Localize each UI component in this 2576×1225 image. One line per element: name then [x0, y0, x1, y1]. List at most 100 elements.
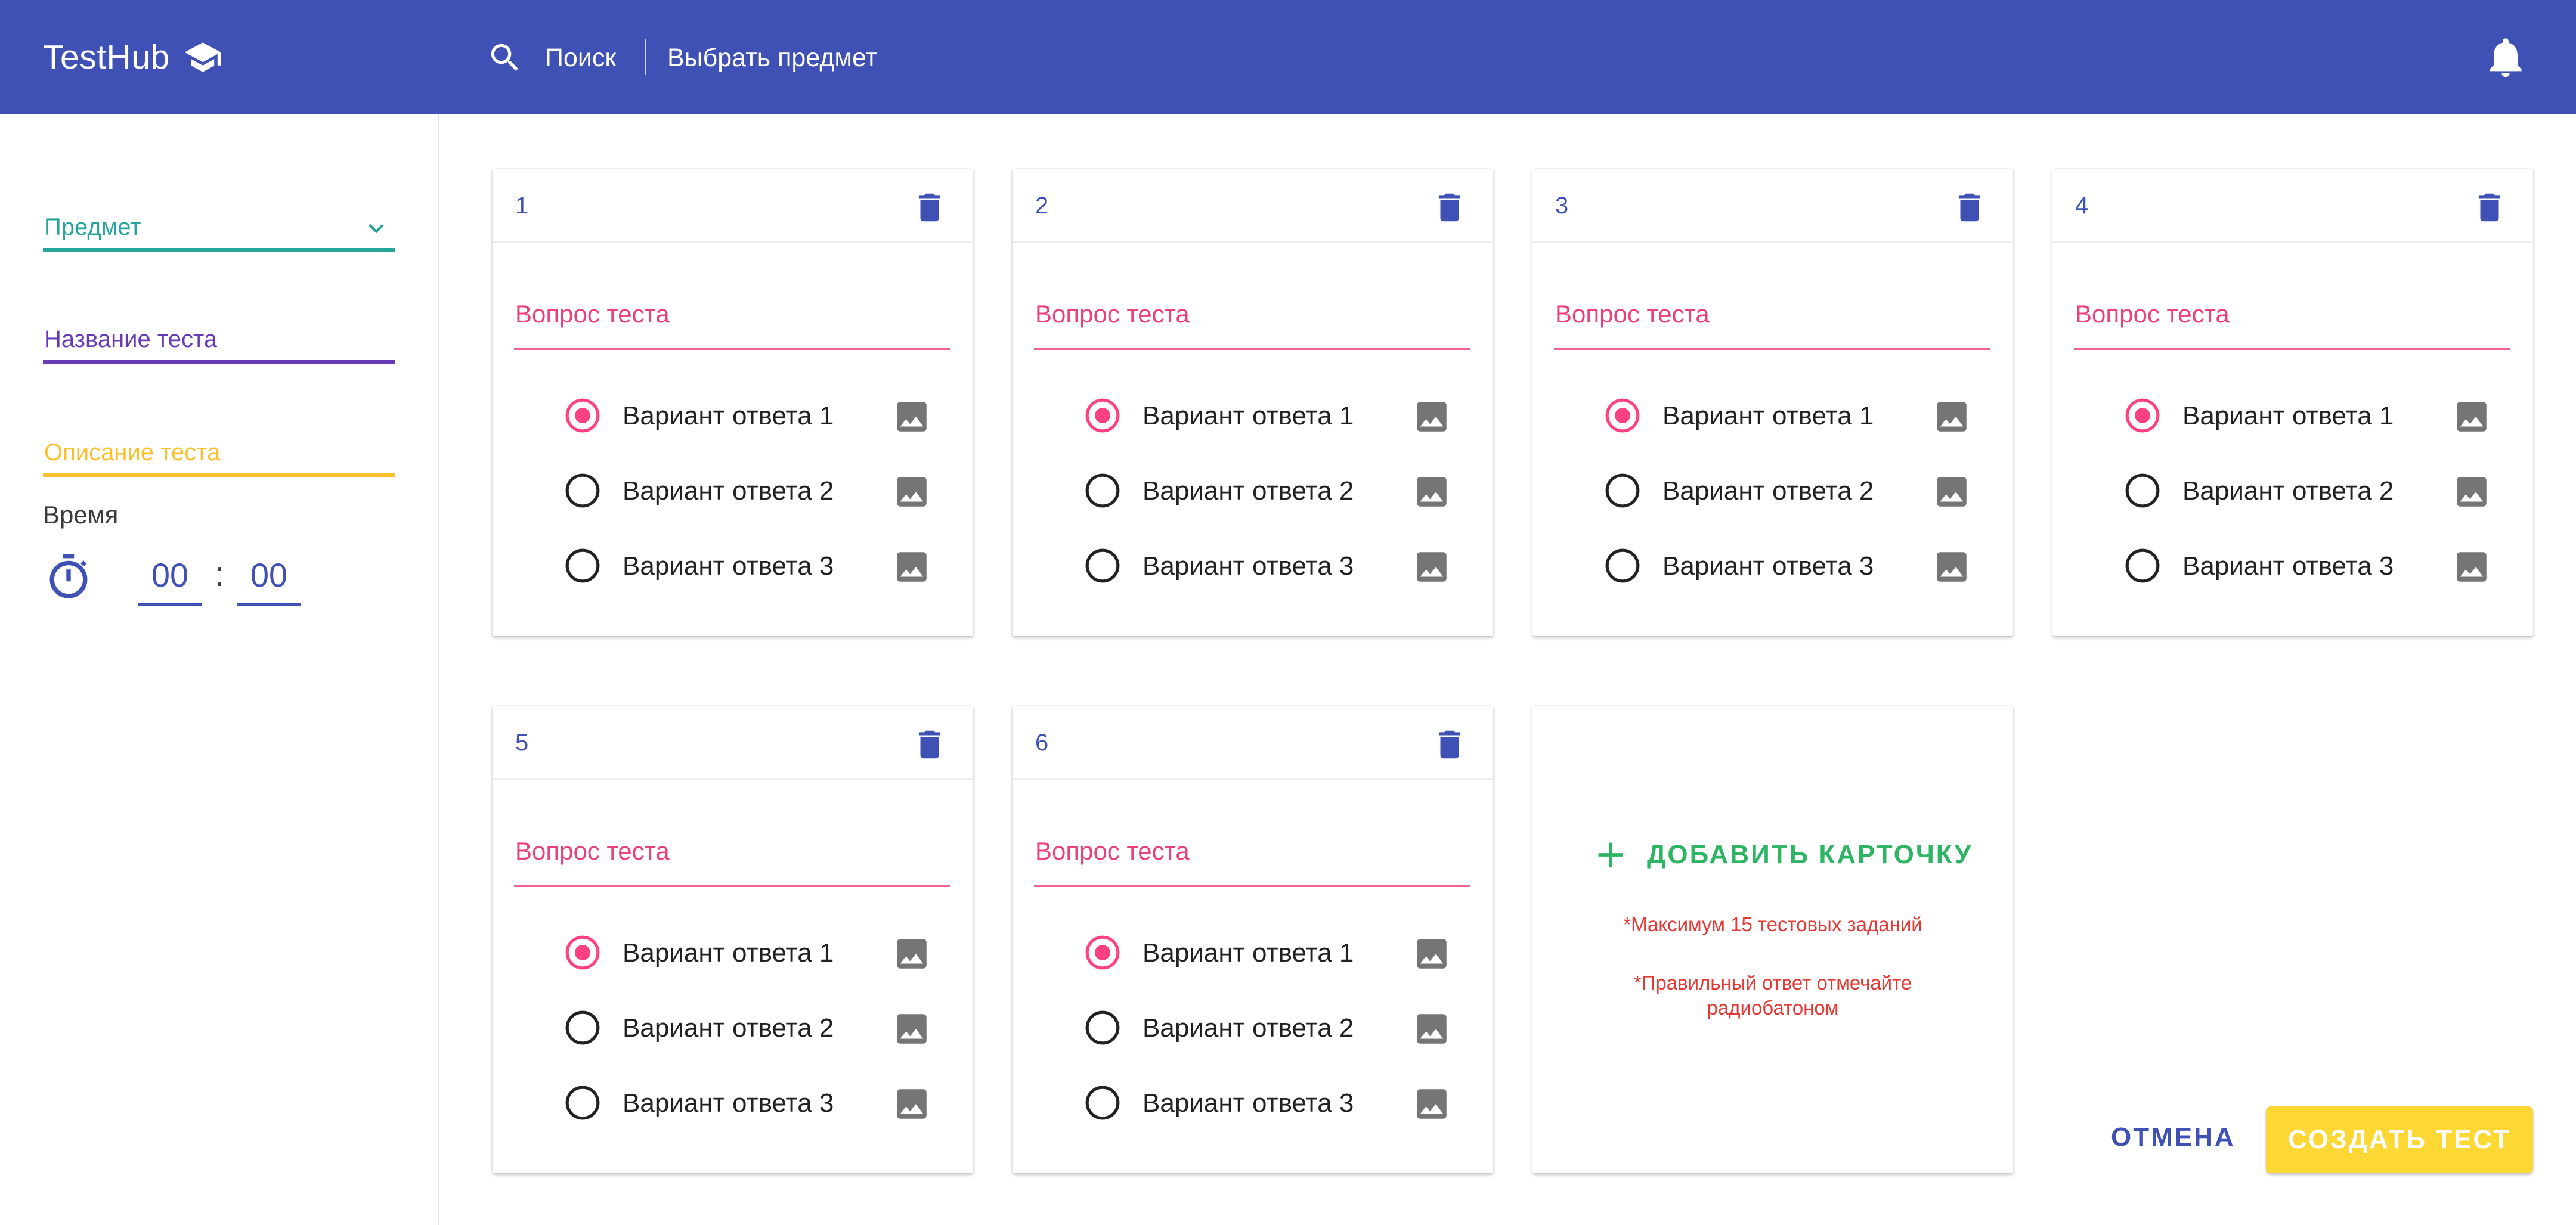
- hours-input[interactable]: 00: [138, 551, 202, 606]
- answer-option[interactable]: Вариант ответа 1: [564, 931, 946, 978]
- image-icon[interactable]: [2452, 547, 2491, 587]
- radio-selected-icon[interactable]: [1084, 934, 1121, 971]
- answer-option[interactable]: Вариант ответа 1: [1084, 393, 1466, 441]
- subject-select[interactable]: Предмет: [43, 204, 395, 252]
- trash-icon[interactable]: [911, 724, 948, 765]
- question-input[interactable]: Вопрос теста: [514, 300, 950, 350]
- answer-option[interactable]: Вариант ответа 2: [564, 1006, 946, 1053]
- question-input[interactable]: Вопрос теста: [514, 837, 950, 887]
- answer-option[interactable]: Вариант ответа 1: [1084, 931, 1466, 978]
- answer-option[interactable]: Вариант ответа 3: [1084, 1081, 1466, 1128]
- add-card-button[interactable]: ДОБАВИТЬ КАРТОЧКУ: [1590, 831, 1973, 879]
- answer-option-label: Вариант ответа 1: [1143, 401, 1354, 430]
- radio-unselected-icon[interactable]: [564, 1009, 601, 1046]
- image-icon[interactable]: [1412, 472, 1451, 511]
- radio-selected-icon[interactable]: [564, 397, 601, 434]
- max-cards-note: *Максимум 15 тестовых заданий: [1623, 913, 1922, 935]
- image-icon[interactable]: [1932, 397, 1971, 436]
- image-icon[interactable]: [892, 547, 931, 587]
- answer-option[interactable]: Вариант ответа 2: [1084, 469, 1466, 516]
- trash-icon[interactable]: [2471, 187, 2508, 228]
- image-icon[interactable]: [2452, 397, 2491, 436]
- bell-icon[interactable]: [2482, 32, 2529, 82]
- radio-unselected-icon[interactable]: [1084, 547, 1121, 584]
- image-icon[interactable]: [892, 1009, 931, 1049]
- answer-option-label: Вариант ответа 1: [1662, 401, 1874, 430]
- cancel-button[interactable]: ОТМЕНА: [2111, 1121, 2236, 1154]
- radio-unselected-icon[interactable]: [564, 1084, 601, 1121]
- answer-option[interactable]: Вариант ответа 2: [1084, 1006, 1466, 1053]
- trash-icon[interactable]: [1951, 187, 1988, 228]
- radio-unselected-icon[interactable]: [1604, 547, 1641, 584]
- minutes-input[interactable]: 00: [237, 551, 301, 606]
- radio-selected-icon[interactable]: [1604, 397, 1641, 434]
- image-icon[interactable]: [1932, 547, 1971, 587]
- answer-option[interactable]: Вариант ответа 2: [1604, 469, 1986, 516]
- radio-unselected-icon[interactable]: [1084, 472, 1121, 509]
- choose-subject-link[interactable]: Выбрать предмет: [667, 41, 877, 75]
- search-input[interactable]: Поиск: [545, 41, 616, 75]
- image-icon[interactable]: [1412, 397, 1451, 436]
- question-label: Вопрос теста: [1035, 837, 1190, 865]
- image-icon[interactable]: [892, 934, 931, 973]
- trash-icon[interactable]: [1431, 724, 1468, 765]
- answer-option-label: Вариант ответа 1: [2182, 401, 2394, 430]
- test-name-field[interactable]: Название теста: [43, 316, 395, 364]
- image-icon[interactable]: [892, 1084, 931, 1124]
- graduation-cap-icon: [184, 42, 221, 72]
- answer-option[interactable]: Вариант ответа 2: [564, 469, 946, 516]
- brand-name[interactable]: TestHub: [43, 38, 170, 77]
- radio-unselected-icon[interactable]: [1604, 472, 1641, 509]
- image-icon[interactable]: [1412, 1084, 1451, 1124]
- trash-icon[interactable]: [1431, 187, 1468, 228]
- image-icon[interactable]: [1412, 1009, 1451, 1049]
- answer-option[interactable]: Вариант ответа 3: [1604, 544, 1986, 591]
- image-icon[interactable]: [1412, 934, 1451, 973]
- answer-option[interactable]: Вариант ответа 3: [2124, 544, 2506, 591]
- image-icon[interactable]: [892, 472, 931, 511]
- image-icon[interactable]: [2452, 472, 2491, 511]
- answer-option[interactable]: Вариант ответа 1: [1604, 393, 1986, 441]
- question-label: Вопрос теста: [1555, 300, 1710, 328]
- stopwatch-icon: [49, 554, 88, 598]
- radio-unselected-icon[interactable]: [2124, 472, 2161, 509]
- answer-option[interactable]: Вариант ответа 3: [1084, 544, 1466, 591]
- question-card: 3 Вопрос теста Вариант ответа 1 Вариант отв…: [1532, 169, 2013, 636]
- answer-option[interactable]: Вариант ответа 1: [564, 393, 946, 441]
- chevron-down-icon[interactable]: [361, 213, 391, 243]
- question-input[interactable]: Вопрос теста: [2074, 300, 2510, 350]
- radio-unselected-icon[interactable]: [1084, 1009, 1121, 1046]
- radio-selected-icon[interactable]: [2124, 397, 2161, 434]
- radio-unselected-icon[interactable]: [2124, 547, 2161, 584]
- card-header: 4: [2052, 169, 2533, 243]
- question-input[interactable]: Вопрос теста: [1034, 837, 1470, 887]
- card-number: 6: [1035, 730, 1049, 756]
- radio-unselected-icon[interactable]: [1084, 1084, 1121, 1121]
- answer-option[interactable]: Вариант ответа 2: [2124, 469, 2506, 516]
- time-separator: :: [215, 555, 225, 594]
- question-card: 5 Вопрос теста Вариант ответа 1 Вариант отв…: [493, 706, 973, 1173]
- plus-icon[interactable]: [1590, 834, 1631, 876]
- create-test-button[interactable]: СОЗДАТЬ ТЕСТ: [2266, 1106, 2533, 1173]
- question-input[interactable]: Вопрос теста: [1034, 300, 1470, 350]
- radio-unselected-icon[interactable]: [564, 472, 601, 509]
- question-input[interactable]: Вопрос теста: [1554, 300, 1990, 350]
- question-label: Вопрос теста: [2075, 300, 2230, 328]
- trash-icon[interactable]: [911, 187, 948, 228]
- radio-selected-icon[interactable]: [564, 934, 601, 971]
- image-icon[interactable]: [1412, 547, 1451, 587]
- search-icon[interactable]: [487, 39, 524, 76]
- answer-option[interactable]: Вариант ответа 3: [564, 544, 946, 591]
- add-card-label[interactable]: ДОБАВИТЬ КАРТОЧКУ: [1647, 840, 1973, 870]
- radio-selected-icon[interactable]: [1084, 397, 1121, 434]
- radio-unselected-icon[interactable]: [564, 547, 601, 584]
- test-description-label: Описание теста: [44, 439, 221, 466]
- answer-option[interactable]: Вариант ответа 3: [564, 1081, 946, 1128]
- image-icon[interactable]: [1932, 472, 1971, 511]
- answer-option[interactable]: Вариант ответа 1: [2124, 393, 2506, 441]
- brand[interactable]: TestHub: [43, 35, 222, 80]
- image-icon[interactable]: [892, 397, 931, 436]
- test-name-underline: [43, 360, 395, 364]
- answer-option-label: Вариант ответа 2: [1143, 1013, 1354, 1043]
- test-description-field[interactable]: Описание теста: [43, 429, 395, 477]
